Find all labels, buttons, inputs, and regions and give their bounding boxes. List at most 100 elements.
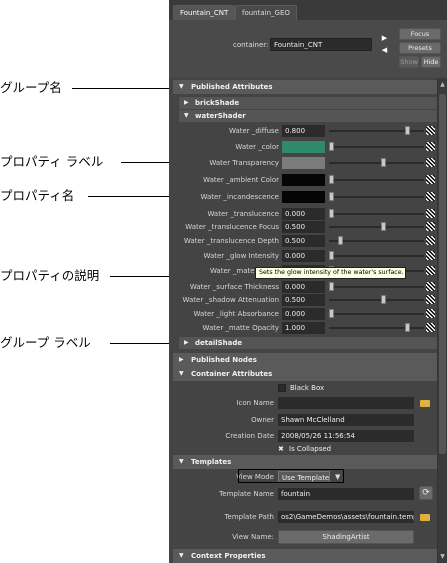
slider-thumb[interactable]	[381, 158, 387, 167]
view-name-button[interactable]: ShadingArtist	[278, 530, 414, 544]
slider-thumb[interactable]	[338, 236, 343, 245]
map-checker-icon[interactable]	[426, 158, 435, 167]
scroll-up-icon[interactable]: ▲	[438, 80, 447, 89]
slider-thumb[interactable]	[329, 142, 334, 151]
attr-value-field[interactable]: 0.500	[282, 221, 325, 233]
attr-slider[interactable]	[329, 130, 424, 132]
slider-thumb[interactable]	[329, 209, 334, 218]
folder-icon[interactable]	[420, 400, 430, 407]
attr-value-field[interactable]: 0.000	[282, 308, 325, 320]
attr-value-field[interactable]: 0.000	[282, 250, 325, 262]
attr-value-field[interactable]: 1.000	[282, 322, 325, 334]
attr-slider[interactable]	[329, 146, 424, 148]
attr-slider[interactable]	[329, 286, 424, 288]
template-path-field[interactable]: os2\GameDemos\assets\fountain.template	[278, 511, 414, 523]
detailshade-group-header[interactable]: ▶ detailShade	[179, 337, 437, 349]
attr-slider[interactable]	[329, 255, 424, 257]
slider-thumb[interactable]	[329, 309, 334, 318]
attr-value-field[interactable]: 0.500	[282, 294, 325, 306]
templates-header[interactable]: ▼ Templates	[173, 455, 437, 469]
context-properties-header[interactable]: ▼ Context Properties	[173, 549, 437, 563]
hide-button[interactable]: Hide	[421, 56, 441, 68]
attr-label: Water _glow Intensity	[203, 252, 279, 260]
map-checker-icon[interactable]	[426, 222, 435, 231]
tab-fountain-cnt[interactable]: Fountain_CNT	[173, 5, 236, 20]
incandescence-swatch[interactable]	[282, 191, 325, 203]
container-header: container: Fountain_CNT ▶ ◀ Focus Preset…	[169, 20, 447, 78]
attr-label: Water _matte Opacity	[202, 324, 279, 332]
published-attributes-header[interactable]: ▼ Published Attributes	[173, 80, 437, 94]
focus-button[interactable]: Focus	[399, 28, 441, 40]
slider-thumb[interactable]	[404, 126, 410, 135]
container-attributes-header[interactable]: ▼ Container Attributes	[173, 367, 437, 381]
section-label: Published Attributes	[191, 83, 273, 91]
owner-field[interactable]: Shawn McClelland	[278, 414, 414, 426]
template-name-field[interactable]: fountain	[278, 488, 414, 500]
published-nodes-header[interactable]: ▶ Published Nodes	[173, 353, 437, 367]
map-checker-icon[interactable]	[426, 282, 435, 291]
attr-value-field[interactable]: 0.000	[282, 281, 325, 293]
attr-label: Water _shadow Attenuation	[182, 296, 280, 304]
attr-row-diffuse: Water _diffuse 0.800	[179, 124, 437, 138]
attr-slider[interactable]	[329, 162, 424, 164]
attr-slider[interactable]	[329, 240, 424, 242]
callout-property-label: プロパティ ラベル	[0, 154, 104, 169]
slider-thumb[interactable]	[381, 222, 387, 231]
attr-tooltip: Sets the glow intensity of the water's s…	[255, 267, 406, 279]
map-checker-icon[interactable]	[426, 251, 435, 260]
arrow-left-icon[interactable]: ◀	[379, 46, 390, 55]
template-name-label: Template Name	[219, 490, 274, 498]
map-checker-icon[interactable]	[426, 209, 435, 218]
map-checker-icon[interactable]	[426, 192, 435, 201]
container-name-field[interactable]: Fountain_CNT	[270, 38, 372, 51]
attr-slider[interactable]	[329, 196, 424, 198]
folder-icon[interactable]	[420, 514, 430, 521]
attr-slider[interactable]	[329, 179, 424, 181]
arrow-right-icon[interactable]: ▶	[379, 34, 390, 43]
map-checker-icon[interactable]	[426, 323, 435, 332]
brickshade-group-header[interactable]: ▶ brickShade	[179, 97, 437, 109]
attr-slider[interactable]	[329, 327, 424, 329]
attr-value-field[interactable]: 0.000	[282, 208, 325, 220]
refresh-icon[interactable]: ⟳	[419, 486, 433, 500]
transparency-swatch[interactable]	[282, 157, 325, 169]
slider-thumb[interactable]	[329, 251, 334, 260]
chevron-down-icon[interactable]: ▼	[335, 470, 340, 484]
icon-name-field[interactable]	[278, 397, 414, 409]
map-checker-icon[interactable]	[426, 266, 435, 275]
map-checker-icon[interactable]	[426, 126, 435, 135]
slider-thumb[interactable]	[381, 295, 387, 304]
presets-button[interactable]: Presets	[399, 42, 441, 54]
black-box-checkbox[interactable]	[278, 384, 286, 392]
attr-slider[interactable]	[329, 213, 424, 215]
attr-value-field[interactable]: 0.800	[282, 125, 325, 137]
slider-thumb[interactable]	[404, 323, 410, 332]
color-swatch[interactable]	[282, 141, 325, 153]
slider-thumb[interactable]	[329, 282, 334, 291]
slider-thumb[interactable]	[329, 175, 334, 184]
tab-fountain-geo[interactable]: fountain_GEO	[235, 5, 297, 20]
scroll-down-icon[interactable]: ▼	[438, 552, 447, 561]
ambient-swatch[interactable]	[282, 174, 325, 186]
attr-slider[interactable]	[329, 313, 424, 315]
attr-value-field[interactable]: 0.500	[282, 235, 325, 247]
group-label: waterShader	[195, 112, 246, 120]
map-checker-icon[interactable]	[426, 295, 435, 304]
map-checker-icon[interactable]	[426, 309, 435, 318]
slider-thumb[interactable]	[329, 192, 334, 201]
show-button[interactable]: Show	[399, 56, 419, 68]
map-checker-icon[interactable]	[426, 142, 435, 151]
attr-row-shadow-attenuation: Water _shadow Attenuation 0.500	[179, 293, 437, 307]
map-checker-icon[interactable]	[426, 236, 435, 245]
attr-row-ambient: Water _ambient Color	[179, 173, 437, 187]
map-checker-icon[interactable]	[426, 175, 435, 184]
creation-date-field[interactable]: 2008/05/26 11:56:54	[278, 430, 414, 442]
view-mode-dropdown[interactable]: Use Template	[278, 471, 330, 483]
callout-group-label: グループ ラベル	[0, 335, 91, 350]
attr-slider[interactable]	[329, 226, 424, 228]
vertical-scrollbar[interactable]: ▲ ▼	[437, 78, 447, 563]
watershader-group-header[interactable]: ▼ waterShader	[179, 110, 437, 122]
attr-slider[interactable]	[329, 299, 424, 301]
scroll-thumb[interactable]	[439, 94, 446, 454]
check-mark-icon[interactable]: ✖	[278, 442, 284, 456]
